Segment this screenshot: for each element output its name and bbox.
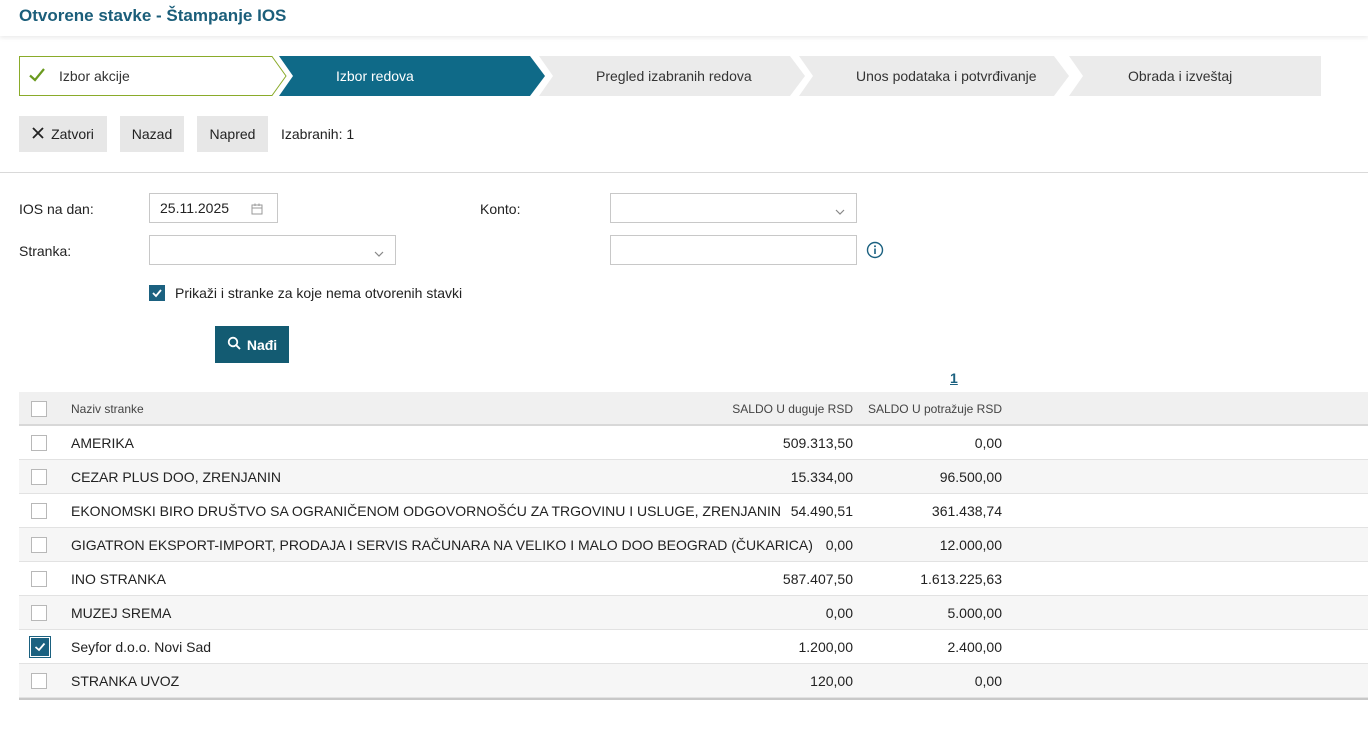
table-bottom-border	[19, 698, 1368, 700]
row-debit: 54.490,51	[790, 503, 853, 519]
step-label: Izbor redova	[336, 68, 414, 84]
row-credit: 96.500,00	[939, 469, 1002, 485]
table-row[interactable]: EKONOMSKI BIRO DRUŠTVO SA OGRANIČENOM OD…	[19, 494, 1368, 528]
row-debit: 509.313,50	[782, 435, 853, 451]
next-button[interactable]: Napred	[197, 116, 268, 152]
show-all-label: Prikaži i stranke za koje nema otvorenih…	[175, 285, 463, 301]
ios-date-field[interactable]: 25.11.2025	[149, 193, 278, 223]
table-row[interactable]: Seyfor d.o.o. Novi Sad 1.200,00 2.400,00	[19, 630, 1368, 664]
search-icon	[227, 336, 241, 353]
row-name: CEZAR PLUS DOO, ZRENJANIN	[71, 469, 282, 485]
row-checkbox[interactable]	[31, 605, 47, 621]
table-row[interactable]: STRANKA UVOZ 120,00 0,00	[19, 664, 1368, 698]
step-label: Obrada i izveštaj	[1128, 68, 1233, 84]
konto-select[interactable]	[610, 193, 857, 223]
row-name: GIGATRON EKSPORT-IMPORT, PRODAJA I SERVI…	[71, 537, 813, 553]
table-row[interactable]: AMERIKA 509.313,50 0,00	[19, 426, 1368, 460]
page-header: Otvorene stavke - Štampanje IOS	[0, 0, 1368, 36]
row-debit: 587.407,50	[782, 571, 853, 587]
close-button[interactable]: Zatvori	[19, 116, 107, 152]
row-checkbox[interactable]	[31, 469, 47, 485]
selected-count: Izabranih: 1	[281, 126, 355, 142]
step-izbor-redova[interactable]: Izbor redova	[279, 56, 547, 96]
step-label: Unos podataka i potvrđivanje	[856, 68, 1037, 84]
back-button[interactable]: Nazad	[120, 116, 184, 152]
step-label: Pregled izabranih redova	[596, 68, 752, 84]
row-name: Seyfor d.o.o. Novi Sad	[71, 639, 212, 655]
step-unos[interactable]: Unos podataka i potvrđivanje	[799, 56, 1071, 96]
row-credit: 12.000,00	[939, 537, 1002, 553]
step-pregled[interactable]: Pregled izabranih redova	[539, 56, 807, 96]
row-debit: 15.334,00	[790, 469, 853, 485]
table-header: Naziv stranke SALDO U duguje RSD SALDO U…	[19, 392, 1368, 426]
info-icon[interactable]	[866, 241, 884, 264]
row-debit: 1.200,00	[798, 639, 854, 655]
row-credit: 2.400,00	[947, 639, 1003, 655]
row-checkbox[interactable]	[29, 636, 51, 658]
table-row[interactable]: INO STRANKA 587.407,50 1.613.225,63	[19, 562, 1368, 596]
row-credit: 0,00	[974, 673, 1002, 689]
row-debit: 0,00	[825, 605, 853, 621]
stranka-select[interactable]	[149, 235, 396, 265]
chevron-down-icon	[835, 203, 845, 219]
row-checkbox[interactable]	[31, 571, 47, 587]
stranka-label: Stranka:	[19, 243, 72, 259]
check-icon	[34, 642, 46, 652]
step-izbor-akcije[interactable]: Izbor akcije	[19, 56, 287, 96]
row-checkbox[interactable]	[31, 503, 47, 519]
row-name: MUZEJ SREMA	[71, 605, 172, 621]
table-row[interactable]: CEZAR PLUS DOO, ZRENJANIN 15.334,00 96.5…	[19, 460, 1368, 494]
table-row[interactable]: MUZEJ SREMA 0,00 5.000,00	[19, 596, 1368, 630]
close-icon	[32, 126, 44, 142]
row-credit: 5.000,00	[947, 605, 1003, 621]
konto-label: Konto:	[480, 201, 521, 217]
row-debit: 120,00	[810, 673, 853, 689]
calendar-icon[interactable]	[251, 202, 263, 218]
table-row[interactable]: GIGATRON EKSPORT-IMPORT, PRODAJA I SERVI…	[19, 528, 1368, 562]
search-button[interactable]: Nađi	[215, 326, 289, 363]
select-all-checkbox[interactable]	[31, 401, 47, 417]
row-credit: 361.438,74	[931, 503, 1002, 519]
search-button-label: Nađi	[246, 336, 278, 353]
step-obrada[interactable]: Obrada i izveštaj	[1069, 56, 1321, 96]
step-label: Izbor akcije	[59, 68, 130, 84]
row-credit: 1.613.225,63	[920, 571, 1002, 587]
ios-date-value: 25.11.2025	[160, 200, 230, 216]
row-checkbox[interactable]	[31, 435, 47, 451]
column-header-name[interactable]: Naziv stranke	[71, 402, 144, 416]
show-all-checkbox[interactable]	[149, 285, 165, 301]
row-credit: 0,00	[974, 435, 1002, 451]
column-header-credit[interactable]: SALDO U potražuje RSD	[859, 402, 1002, 416]
wizard-steps: Izbor akcije Izbor redova Pregled izabra…	[19, 56, 1321, 96]
ios-date-label: IOS na dan:	[19, 201, 94, 217]
row-checkbox[interactable]	[31, 673, 47, 689]
row-name: INO STRANKA	[71, 571, 166, 587]
check-icon	[152, 289, 162, 298]
divider	[0, 172, 1368, 173]
column-header-debit[interactable]: SALDO U duguje RSD	[719, 402, 853, 416]
row-name: AMERIKA	[71, 435, 135, 451]
close-button-label: Zatvori	[51, 126, 94, 142]
row-checkbox[interactable]	[31, 537, 47, 553]
row-debit: 0,00	[825, 537, 853, 553]
row-name: EKONOMSKI BIRO DRUŠTVO SA OGRANIČENOM OD…	[71, 503, 781, 519]
page-link[interactable]: 1	[950, 370, 958, 386]
row-name: STRANKA UVOZ	[71, 673, 180, 689]
konto-text-input[interactable]	[610, 235, 857, 265]
page-title: Otvorene stavke - Štampanje IOS	[19, 6, 287, 25]
chevron-down-icon	[374, 245, 384, 261]
